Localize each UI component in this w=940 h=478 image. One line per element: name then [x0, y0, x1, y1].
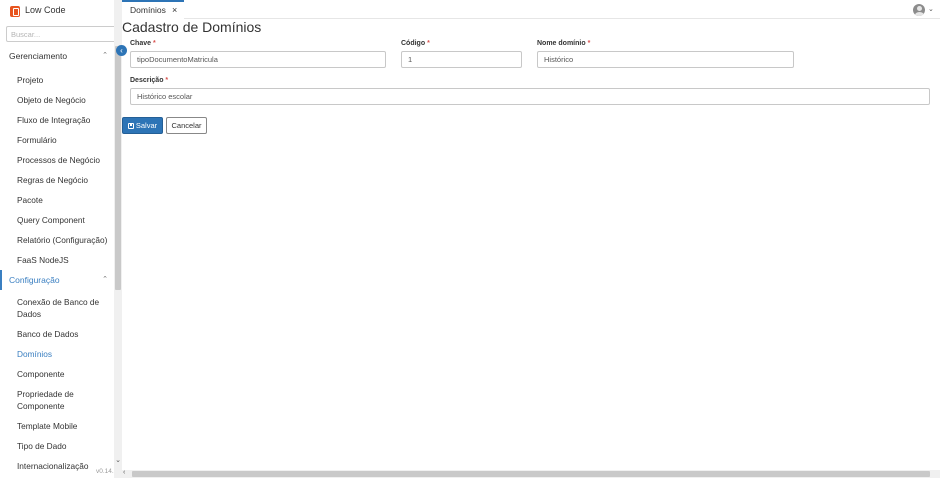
- sidebar-item-query-component[interactable]: Query Component: [0, 210, 114, 230]
- tab-dominios[interactable]: Domínios ×: [122, 0, 184, 19]
- descricao-input[interactable]: [130, 88, 930, 105]
- sidebar-item-processos-de-negocio[interactable]: Processos de Negócio: [0, 150, 114, 170]
- required-marker: *: [165, 77, 169, 84]
- sidebar-scrollbar[interactable]: [114, 0, 122, 478]
- sidebar-item-faas-nodejs[interactable]: FaaS NodeJS: [0, 250, 114, 270]
- sidebar-item-banco-de-dados[interactable]: Banco de Dados: [0, 324, 114, 344]
- app-title: Low Code: [25, 5, 66, 15]
- required-marker: *: [427, 40, 430, 47]
- sidebar-item-fluxo-de-integracao[interactable]: Fluxo de Integração: [0, 110, 114, 130]
- nav-group-label: Configuração: [9, 275, 60, 285]
- required-marker: *: [152, 40, 156, 47]
- chevron-left-icon[interactable]: ‹: [123, 469, 125, 476]
- sidebar-nav: Gerenciamento ⌃ Projeto Objeto de Negóci…: [0, 46, 114, 476]
- chevron-down-icon[interactable]: ⌄: [928, 5, 934, 13]
- chevron-up-icon: ⌃: [102, 52, 108, 59]
- floppy-disk-icon: [127, 122, 134, 129]
- sidebar-item-dominios[interactable]: Domínios: [0, 344, 114, 364]
- tab-bar: Domínios ×: [122, 0, 940, 19]
- main-horizontal-scrollbar-thumb[interactable]: [132, 471, 930, 477]
- main-horizontal-scrollbar[interactable]: [122, 470, 940, 478]
- sidebar-search-input[interactable]: [6, 26, 118, 42]
- sidebar-item-componente[interactable]: Componente: [0, 364, 114, 384]
- nome-dominio-label: Nome domínio *: [537, 40, 590, 47]
- chevron-up-icon: ⌃: [102, 276, 108, 283]
- close-icon[interactable]: ×: [172, 2, 177, 19]
- chave-label: Chave *: [130, 40, 156, 47]
- required-marker: *: [587, 40, 591, 47]
- save-button-label: Salvar: [135, 121, 158, 130]
- save-button[interactable]: Salvar: [122, 117, 163, 134]
- brand: Low Code: [0, 0, 122, 22]
- user-avatar-icon[interactable]: [913, 4, 925, 16]
- chave-label-text: Chave: [130, 40, 152, 47]
- sidebar-scrollbar-thumb[interactable]: [115, 46, 121, 290]
- nav-group-configuracao[interactable]: Configuração ⌃: [0, 270, 114, 290]
- descricao-label: Descrição *: [130, 77, 168, 84]
- sidebar-item-objeto-de-negocio[interactable]: Objeto de Negócio: [0, 90, 114, 110]
- chevron-left-icon[interactable]: ‹: [116, 45, 127, 56]
- chave-input[interactable]: [130, 51, 386, 68]
- nav-group-label: Gerenciamento: [9, 51, 68, 61]
- sidebar-item-propriedade-de-componente[interactable]: Propriedade de Componente: [0, 384, 100, 416]
- tab-label: Domínios: [130, 5, 166, 15]
- sidebar-item-relatorio-configuracao[interactable]: Relatório (Configuração): [0, 230, 114, 250]
- sidebar-item-conexao-de-banco-de-dados[interactable]: Conexão de Banco de Dados: [0, 292, 108, 324]
- sidebar-item-pacote[interactable]: Pacote: [0, 190, 114, 210]
- descricao-label-text: Descrição: [130, 77, 164, 84]
- nome-dominio-input[interactable]: [537, 51, 794, 68]
- nav-group-gerenciamento[interactable]: Gerenciamento ⌃: [0, 46, 114, 66]
- sidebar: Low Code Gerenciamento ⌃ Projeto Objeto …: [0, 0, 122, 478]
- codigo-label: Código *: [401, 40, 430, 47]
- chevron-down-icon[interactable]: ⌄: [114, 456, 122, 464]
- sidebar-item-projeto[interactable]: Projeto: [0, 70, 114, 90]
- app-logo-icon: [10, 6, 20, 17]
- sidebar-item-template-mobile[interactable]: Template Mobile: [0, 416, 114, 436]
- nome-dominio-label-text: Nome domínio: [537, 40, 586, 47]
- sidebar-item-regras-de-negocio[interactable]: Regras de Negócio: [0, 170, 114, 190]
- sidebar-item-formulario[interactable]: Formulário: [0, 130, 114, 150]
- codigo-label-text: Código: [401, 40, 426, 47]
- cancel-button[interactable]: Cancelar: [166, 117, 207, 134]
- codigo-input[interactable]: [401, 51, 522, 68]
- sidebar-item-tipo-de-dado[interactable]: Tipo de Dado: [0, 436, 114, 456]
- page-title: Cadastro de Domínios: [122, 19, 262, 35]
